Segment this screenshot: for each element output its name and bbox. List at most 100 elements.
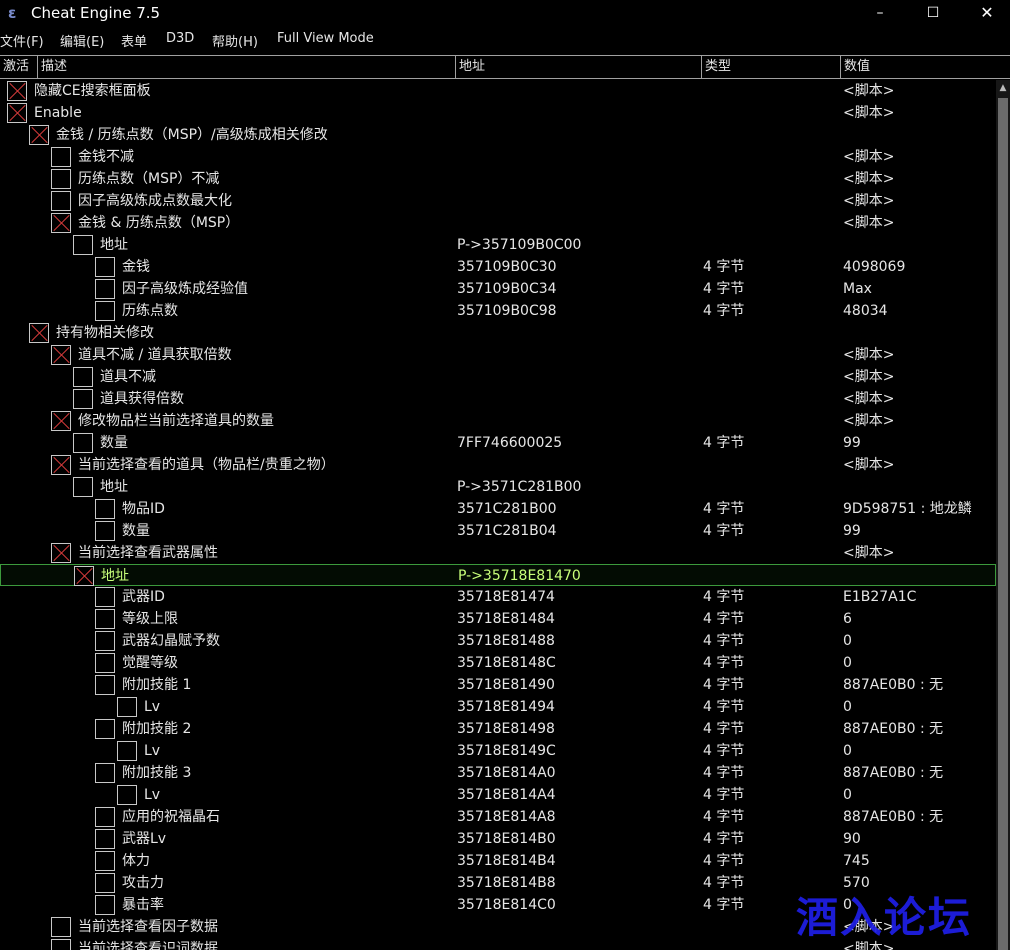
active-checkbox[interactable] (95, 499, 115, 519)
active-checkbox[interactable] (95, 675, 115, 695)
table-row[interactable]: 武器Lv 35718E814B0 4 字节 90 (0, 828, 996, 850)
table-row[interactable]: 道具获得倍数 <脚本> (0, 388, 996, 410)
table-row[interactable]: 隐藏CE搜索框面板 <脚本> (0, 80, 996, 102)
table-row[interactable]: 因子高级炼成点数最大化 <脚本> (0, 190, 996, 212)
active-checkbox[interactable] (73, 477, 93, 497)
maximize-button[interactable]: ☐ (910, 0, 956, 28)
table-row[interactable]: 数量 7FF746600025 4 字节 99 (0, 432, 996, 454)
menu-full-view-mode[interactable]: Full View Mode (277, 31, 374, 46)
table-row[interactable]: 金钱 357109B0C30 4 字节 4098069 (0, 256, 996, 278)
table-row[interactable]: 等级上限 35718E81484 4 字节 6 (0, 608, 996, 630)
active-checkbox[interactable] (95, 873, 115, 893)
table-row[interactable]: 觉醒等级 35718E8148C 4 字节 0 (0, 652, 996, 674)
active-checkbox[interactable] (117, 697, 137, 717)
table-row[interactable]: 数量 3571C281B04 4 字节 99 (0, 520, 996, 542)
table-row[interactable]: 地址 P->35718E81470 (0, 564, 996, 586)
vertical-scrollbar[interactable]: ▲ (996, 80, 1010, 950)
active-checkbox[interactable] (95, 719, 115, 739)
active-checkbox[interactable] (95, 257, 115, 277)
close-button[interactable]: ✕ (964, 0, 1010, 28)
active-checkbox[interactable] (29, 125, 49, 145)
table-row[interactable]: 当前选择查看武器属性 <脚本> (0, 542, 996, 564)
active-checkbox[interactable] (7, 103, 27, 123)
active-checkbox[interactable] (51, 411, 71, 431)
column-header-active[interactable]: 激活 (0, 56, 38, 78)
active-checkbox[interactable] (29, 323, 49, 343)
table-row[interactable]: 附加技能 2 35718E81498 4 字节 887AE0B0 : 无 (0, 718, 996, 740)
active-checkbox[interactable] (51, 939, 71, 950)
active-checkbox[interactable] (95, 653, 115, 673)
table-row[interactable]: 体力 35718E814B4 4 字节 745 (0, 850, 996, 872)
active-checkbox[interactable] (51, 213, 71, 233)
table-row[interactable]: 金钱 / 历练点数（MSP）/高级炼成相关修改 (0, 124, 996, 146)
active-checkbox[interactable] (73, 235, 93, 255)
active-checkbox[interactable] (95, 895, 115, 915)
table-row[interactable]: 地址 P->3571C281B00 (0, 476, 996, 498)
table-row[interactable]: 攻击力 35718E814B8 4 字节 570 (0, 872, 996, 894)
table-row[interactable]: Enable <脚本> (0, 102, 996, 124)
active-checkbox[interactable] (95, 829, 115, 849)
table-row[interactable]: 地址 P->357109B0C00 (0, 234, 996, 256)
table-row[interactable]: 附加技能 3 35718E814A0 4 字节 887AE0B0 : 无 (0, 762, 996, 784)
column-header-address[interactable]: 地址 (456, 56, 702, 78)
active-checkbox[interactable] (73, 367, 93, 387)
table-row[interactable]: 武器幻晶赋予数 35718E81488 4 字节 0 (0, 630, 996, 652)
active-checkbox[interactable] (51, 345, 71, 365)
active-checkbox[interactable] (74, 566, 94, 586)
active-checkbox[interactable] (95, 279, 115, 299)
table-row[interactable]: 武器ID 35718E81474 4 字节 E1B27A1C (0, 586, 996, 608)
active-checkbox[interactable] (95, 631, 115, 651)
scroll-thumb[interactable] (998, 98, 1008, 950)
column-header-description[interactable]: 描述 (38, 56, 456, 78)
table-row[interactable]: 当前选择查看的道具（物品栏/贵重之物） <脚本> (0, 454, 996, 476)
active-checkbox[interactable] (73, 389, 93, 409)
menu-table[interactable]: 表单 (121, 31, 147, 50)
table-row[interactable]: 修改物品栏当前选择道具的数量 <脚本> (0, 410, 996, 432)
table-row[interactable]: Lv 35718E81494 4 字节 0 (0, 696, 996, 718)
active-checkbox[interactable] (95, 301, 115, 321)
row-value: 570 (843, 875, 870, 891)
active-checkbox[interactable] (51, 455, 71, 475)
minimize-button[interactable]: – (857, 0, 903, 28)
table-row[interactable]: 历练点数（MSP）不减 <脚本> (0, 168, 996, 190)
column-header-type[interactable]: 类型 (702, 56, 841, 78)
cheat-table-list[interactable]: 隐藏CE搜索框面板 <脚本> Enable <脚本> 金钱 / 历练点数（MSP）/高级… (0, 80, 996, 950)
active-checkbox[interactable] (51, 543, 71, 563)
row-value: 887AE0B0 : 无 (843, 765, 944, 781)
table-row[interactable]: 因子高级炼成经验值 357109B0C34 4 字节 Max (0, 278, 996, 300)
active-checkbox[interactable] (95, 521, 115, 541)
menu-d3d[interactable]: D3D (166, 31, 194, 46)
table-row[interactable]: 应用的祝福晶石 35718E814A8 4 字节 887AE0B0 : 无 (0, 806, 996, 828)
active-checkbox[interactable] (51, 147, 71, 167)
active-checkbox[interactable] (95, 763, 115, 783)
active-checkbox[interactable] (95, 587, 115, 607)
active-checkbox[interactable] (51, 169, 71, 189)
active-checkbox[interactable] (51, 917, 71, 937)
table-row[interactable]: Lv 35718E8149C 4 字节 0 (0, 740, 996, 762)
row-value: 90 (843, 831, 861, 847)
column-header-value[interactable]: 数值 (841, 56, 1010, 78)
table-row[interactable]: 附加技能 1 35718E81490 4 字节 887AE0B0 : 无 (0, 674, 996, 696)
active-checkbox[interactable] (7, 81, 27, 101)
active-checkbox[interactable] (117, 741, 137, 761)
menu-edit[interactable]: 编辑(E) (60, 31, 104, 50)
row-address: 35718E8149C (457, 743, 556, 759)
menu-help[interactable]: 帮助(H) (212, 31, 258, 50)
table-row[interactable]: 历练点数 357109B0C98 4 字节 48034 (0, 300, 996, 322)
table-row[interactable]: 持有物相关修改 (0, 322, 996, 344)
table-row[interactable]: Lv 35718E814A4 4 字节 0 (0, 784, 996, 806)
table-row[interactable]: 金钱 & 历练点数（MSP） <脚本> (0, 212, 996, 234)
active-checkbox[interactable] (95, 807, 115, 827)
active-checkbox[interactable] (73, 433, 93, 453)
scroll-up-arrow-icon[interactable]: ▲ (996, 80, 1010, 96)
table-row[interactable]: 金钱不减 <脚本> (0, 146, 996, 168)
active-checkbox[interactable] (95, 609, 115, 629)
title-bar[interactable]: ε Cheat Engine 7.5 – ☐ ✕ (0, 0, 1010, 28)
active-checkbox[interactable] (51, 191, 71, 211)
active-checkbox[interactable] (117, 785, 137, 805)
menu-file[interactable]: 文件(F) (0, 31, 44, 50)
table-row[interactable]: 道具不减 <脚本> (0, 366, 996, 388)
active-checkbox[interactable] (95, 851, 115, 871)
table-row[interactable]: 物品ID 3571C281B00 4 字节 9D598751 : 地龙鳞 (0, 498, 996, 520)
table-row[interactable]: 道具不减 / 道具获取倍数 <脚本> (0, 344, 996, 366)
